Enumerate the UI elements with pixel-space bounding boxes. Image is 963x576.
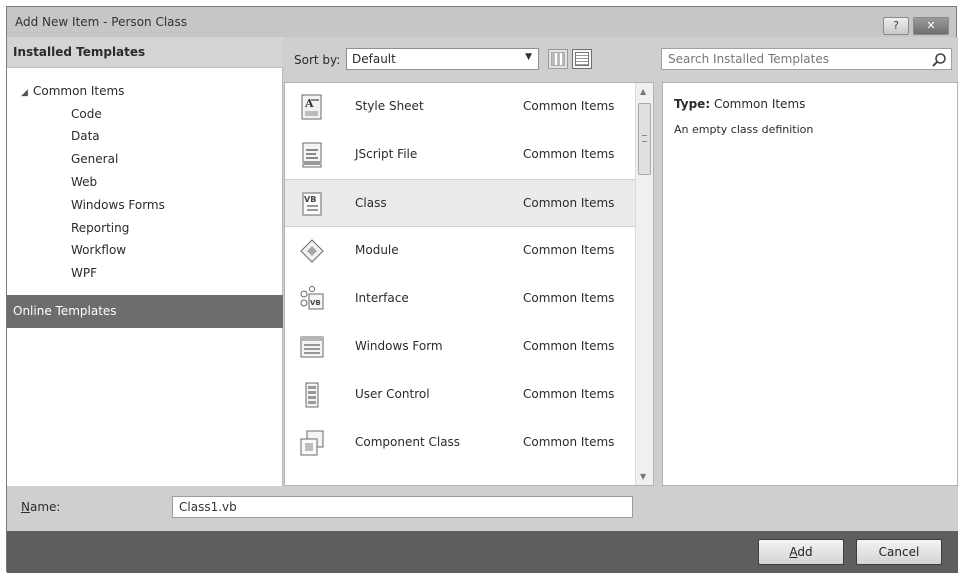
template-category: Common Items <box>523 99 615 113</box>
sort-by-label: Sort by: <box>294 53 341 67</box>
interface-icon: VB <box>300 286 324 310</box>
tree-item-workflow[interactable]: Workflow <box>71 243 126 257</box>
name-label-accelerator: N <box>21 500 30 514</box>
template-description: An empty class definition <box>674 123 814 136</box>
template-item-windows-form[interactable]: Windows Form Common Items <box>285 323 635 371</box>
search-bar <box>655 37 958 82</box>
name-label-rest: ame: <box>29 500 61 514</box>
add-button[interactable]: Add <box>758 539 844 565</box>
scroll-thumb[interactable] <box>638 103 651 175</box>
type-label: Type: <box>674 97 711 111</box>
template-name: Component Class <box>355 435 461 449</box>
template-category: Common Items <box>523 435 615 449</box>
windows-form-icon <box>300 336 324 358</box>
search-icon[interactable] <box>931 52 947 68</box>
scroll-down-icon[interactable]: ▼ <box>640 472 646 481</box>
expand-arrow-icon[interactable]: ◢ <box>21 88 33 98</box>
template-name: Interface <box>355 291 409 305</box>
name-row: Name: <box>7 486 958 531</box>
template-list: A Style Sheet Common Items JScript File … <box>284 82 654 486</box>
type-value: Common Items <box>713 97 806 111</box>
list-view-icon <box>575 52 589 66</box>
template-category: Common Items <box>523 147 615 161</box>
grip-icon <box>642 135 647 142</box>
jscript-file-icon <box>302 142 322 168</box>
online-templates-header[interactable]: Online Templates <box>7 295 283 328</box>
template-name: Module <box>355 243 399 257</box>
template-name: User Control <box>355 387 430 401</box>
template-name: JScript File <box>355 147 418 161</box>
template-item-jscript-file[interactable]: JScript File Common Items <box>285 131 635 179</box>
sort-by-dropdown[interactable]: Default ▼ <box>346 48 539 70</box>
add-label-rest: dd <box>797 545 813 559</box>
title-bar: Add New Item - Person Class ? ✕ <box>7 7 956 37</box>
user-control-icon <box>305 382 319 408</box>
template-list-scrollbar[interactable]: ▲ ▼ <box>635 83 653 485</box>
svg-text:VB: VB <box>310 299 321 307</box>
tree-item-common-items[interactable]: ◢ Common Items <box>21 84 124 98</box>
module-icon <box>300 239 324 263</box>
svg-text:VB: VB <box>304 195 316 204</box>
cancel-button[interactable]: Cancel <box>856 539 942 565</box>
dialog-footer: Add Cancel <box>7 531 958 573</box>
tree-item-code[interactable]: Code <box>71 107 102 121</box>
template-item-component-class[interactable]: Component Class Common Items <box>285 419 635 467</box>
help-button[interactable]: ? <box>883 17 909 35</box>
tree-item-data[interactable]: Data <box>71 129 100 143</box>
svg-text:A: A <box>304 97 314 110</box>
template-name: Windows Form <box>355 339 443 353</box>
type-line: Type: Common Items <box>674 97 805 111</box>
template-item-user-control[interactable]: User Control Common Items <box>285 371 635 419</box>
installed-templates-header[interactable]: Installed Templates <box>7 37 283 68</box>
scroll-up-icon[interactable]: ▲ <box>640 87 646 96</box>
medium-icons-view-button[interactable] <box>548 49 568 69</box>
template-item-interface[interactable]: VB Interface Common Items <box>285 275 635 323</box>
vb-class-icon: VB <box>302 192 322 216</box>
template-name: Class <box>355 196 387 210</box>
template-category: Common Items <box>523 387 615 401</box>
tree-item-web[interactable]: Web <box>71 175 97 189</box>
add-new-item-dialog: Add New Item - Person Class ? ✕ Installe… <box>6 6 958 573</box>
template-name: Style Sheet <box>355 99 424 113</box>
tree-item-wpf[interactable]: WPF <box>71 266 97 280</box>
chevron-down-icon: ▼ <box>525 52 532 62</box>
sort-by-value: Default <box>352 52 396 66</box>
template-item-style-sheet[interactable]: A Style Sheet Common Items <box>285 83 635 131</box>
search-installed-templates-input[interactable] <box>661 48 952 70</box>
sort-bar: Sort by: Default ▼ <box>284 37 654 82</box>
name-label: Name: <box>21 500 60 514</box>
component-class-icon <box>300 430 324 456</box>
template-category: Common Items <box>523 243 615 257</box>
list-view-button[interactable] <box>572 49 592 69</box>
tree-item-reporting[interactable]: Reporting <box>71 221 129 235</box>
template-category: Common Items <box>523 291 615 305</box>
name-input[interactable] <box>172 496 633 518</box>
template-category: Common Items <box>523 339 615 353</box>
template-details-pane: Type: Common Items An empty class defini… <box>662 82 958 486</box>
style-sheet-icon: A <box>301 94 322 120</box>
template-item-class[interactable]: VB Class Common Items <box>285 179 635 227</box>
window-title: Add New Item - Person Class <box>15 15 188 29</box>
tree-item-windows-forms[interactable]: Windows Forms <box>71 198 165 212</box>
template-item-module[interactable]: Module Common Items <box>285 227 635 275</box>
close-button[interactable]: ✕ <box>913 17 949 35</box>
template-tree: ◢ Common Items Code Data General Web Wind… <box>7 68 283 305</box>
grid-view-icon <box>551 52 565 66</box>
tree-item-general[interactable]: General <box>71 152 118 166</box>
templates-pane: Installed Templates ◢ Common Items Code D… <box>7 37 283 486</box>
tree-root-label: Common Items <box>33 84 125 98</box>
template-category: Common Items <box>523 196 615 210</box>
